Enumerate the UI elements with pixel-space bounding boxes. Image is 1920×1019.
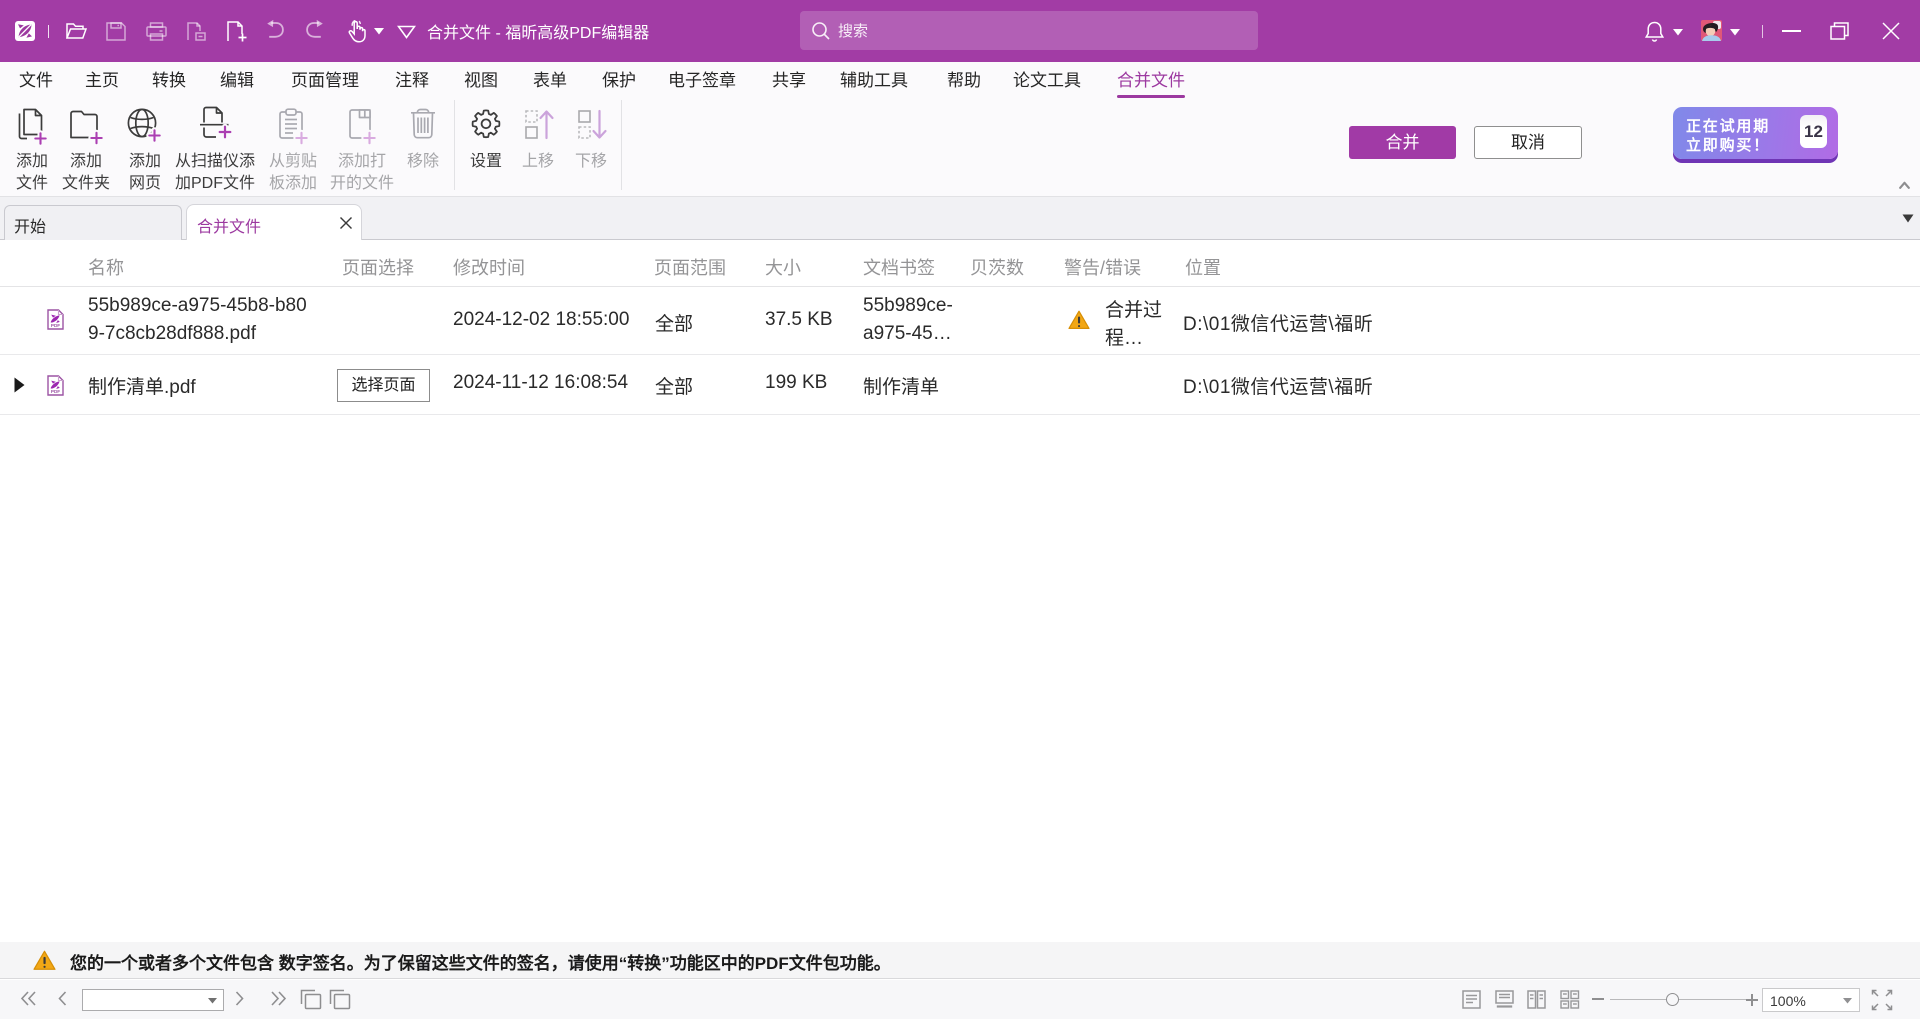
svg-text:PDF: PDF	[51, 389, 60, 394]
svg-text:PDF: PDF	[51, 323, 60, 328]
